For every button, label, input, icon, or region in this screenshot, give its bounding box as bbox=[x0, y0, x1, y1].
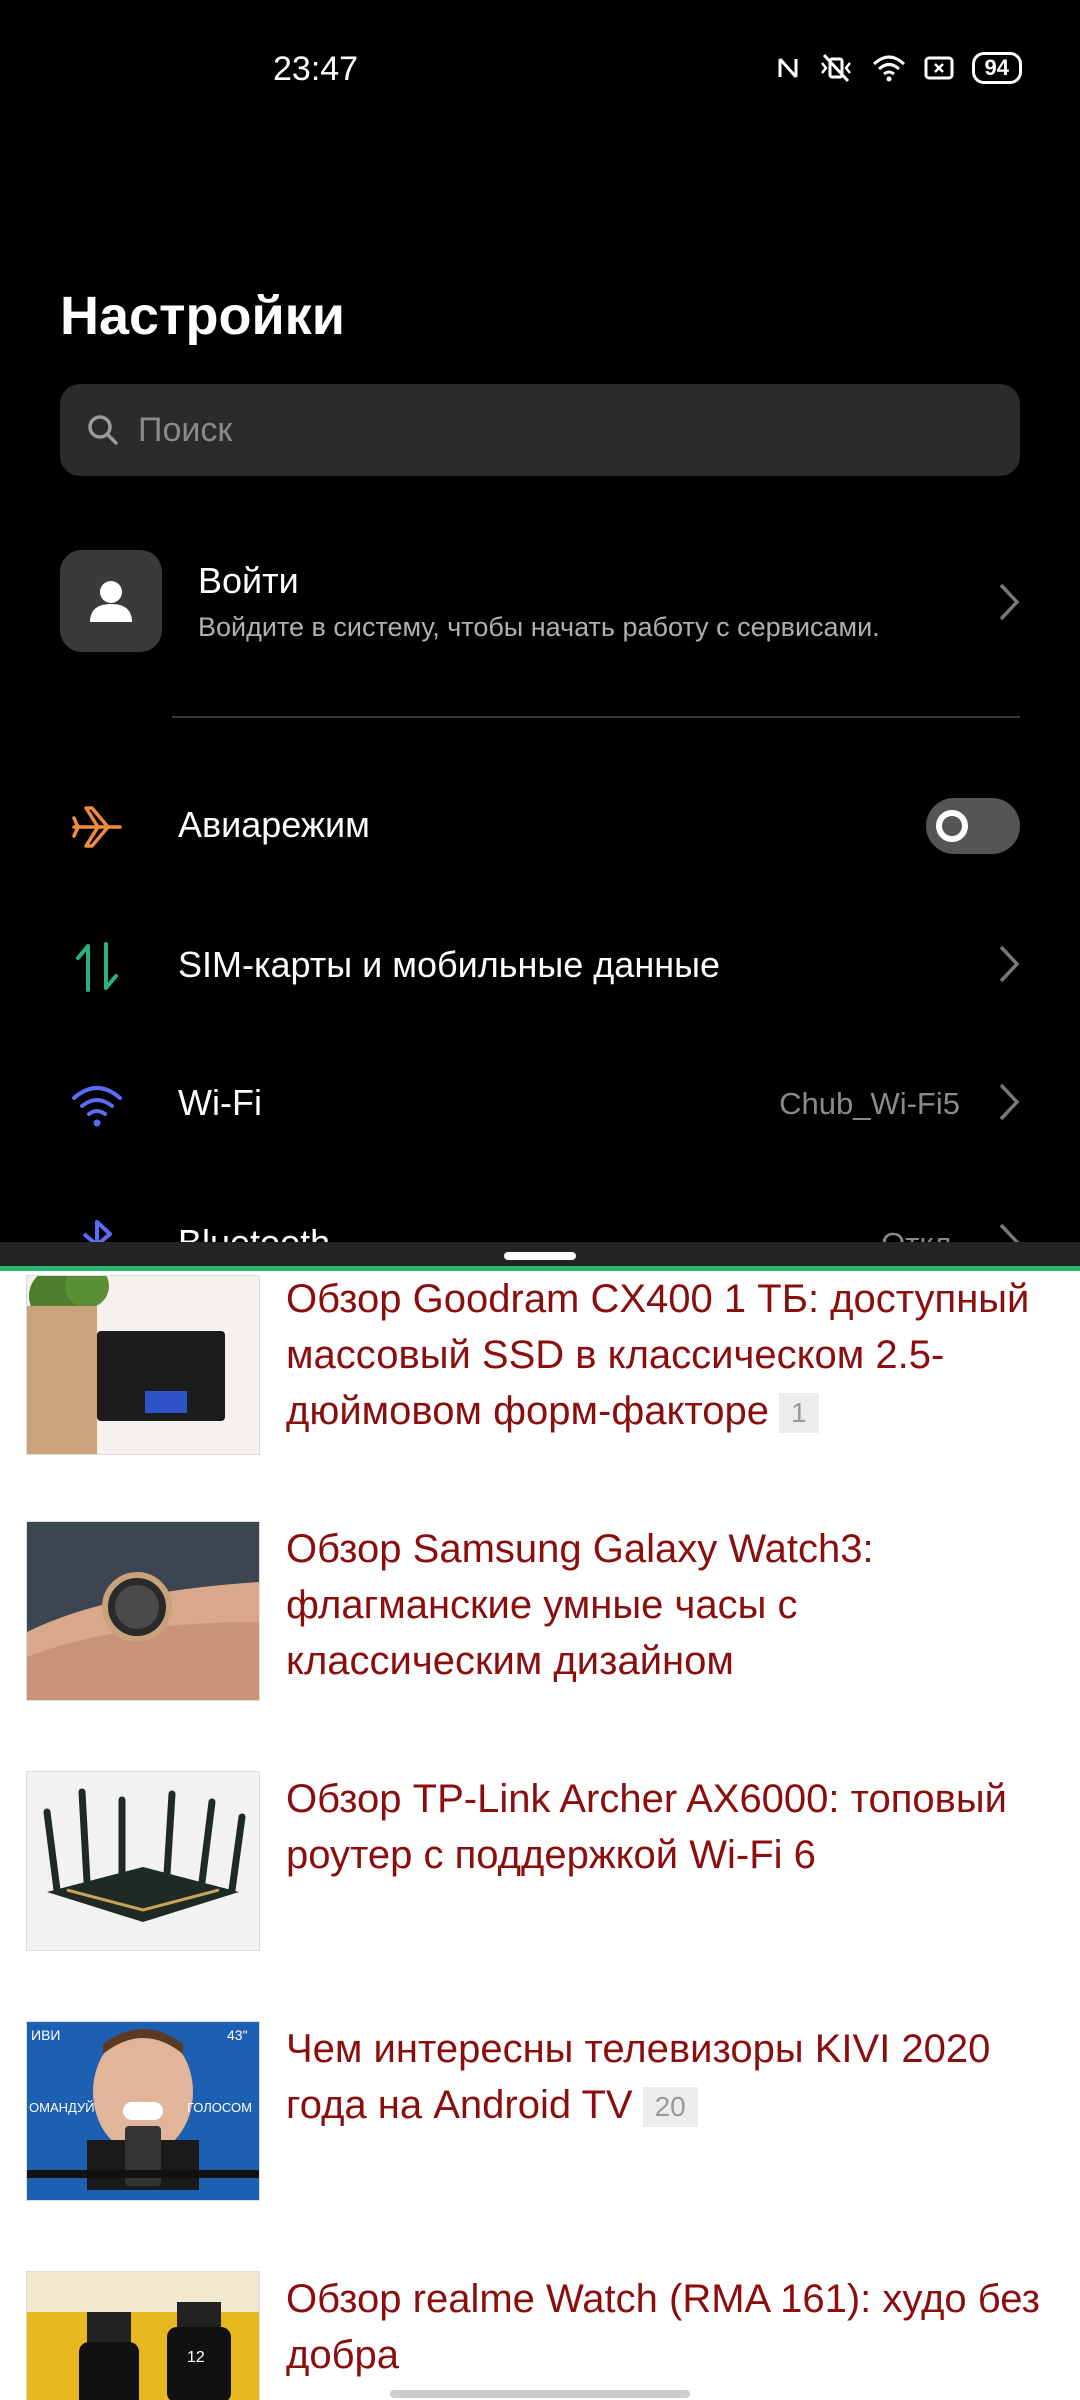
search-input[interactable] bbox=[136, 409, 940, 451]
settings-pane: 23:47 94 Настройки Войти Войдите в систе… bbox=[0, 0, 1080, 1242]
thumb-tag-left: ИВИ bbox=[31, 2027, 60, 2043]
thumb-banner-left: ОМАНДУЙ bbox=[29, 2100, 95, 2115]
article-list-pane: Обзор Goodram CX400 1 ТБ: доступный масс… bbox=[0, 1271, 1080, 2400]
chevron-right-icon bbox=[999, 1083, 1020, 1121]
article-title-text[interactable]: Обзор Goodram CX400 1 ТБ: доступный масс… bbox=[286, 1277, 1029, 1433]
article-title[interactable]: Обзор TP-Link Archer AX6000: топовый роу… bbox=[286, 1771, 1056, 1883]
airplane-toggle[interactable] bbox=[926, 798, 1020, 854]
status-icons: 94 bbox=[776, 52, 1022, 84]
row-label: Wi-Fi bbox=[178, 1082, 262, 1123]
thumb-banner-right: ГОЛОСОМ bbox=[187, 2100, 252, 2115]
row-label: Bluetooth bbox=[178, 1222, 330, 1242]
article-title-text[interactable]: Чем интересны телевизоры KIVI 2020 года … bbox=[286, 2027, 990, 2127]
router-image bbox=[27, 1772, 259, 1950]
page-title: Настройки bbox=[60, 286, 345, 346]
settings-row-airplane[interactable]: Авиарежим bbox=[0, 774, 1080, 874]
row-value: Chub_Wi-Fi5 bbox=[779, 1086, 960, 1121]
status-time: 23:47 bbox=[273, 50, 359, 88]
data-arrows-icon bbox=[76, 942, 118, 992]
ssd-image bbox=[27, 1276, 259, 1454]
article-title[interactable]: Обзор realme Watch (RMA 161): худо без д… bbox=[286, 2271, 1056, 2383]
row-value: Откл. bbox=[881, 1226, 960, 1242]
comment-count-badge[interactable]: 1 bbox=[779, 1393, 819, 1434]
article-thumbnail[interactable]: ИВИ 43" ОМАНДУЙ ГОЛОСОМ bbox=[26, 2021, 260, 2201]
chevron-right-icon bbox=[999, 583, 1020, 621]
article-thumbnail[interactable] bbox=[26, 1771, 260, 1951]
chevron-right-icon bbox=[999, 945, 1020, 983]
wifi-icon bbox=[72, 1086, 122, 1127]
thumb-watch-time: 12 bbox=[187, 2349, 205, 2366]
article-title[interactable]: Обзор Goodram CX400 1 ТБ: доступный масс… bbox=[286, 1271, 1056, 1439]
settings-row-wifi[interactable]: Wi-Fi Chub_Wi-Fi5 bbox=[0, 1052, 1080, 1152]
watch-image bbox=[27, 1522, 259, 1700]
wifi-status-icon bbox=[872, 55, 905, 82]
thumb-tag-right: 43" bbox=[227, 2027, 248, 2043]
screen-record-icon bbox=[924, 56, 954, 80]
account-subtitle: Войдите в систему, чтобы начать работу с… bbox=[198, 612, 880, 642]
article-title[interactable]: Обзор Samsung Galaxy Watch3: флагманские… bbox=[286, 1521, 1056, 1689]
avatar bbox=[60, 550, 162, 652]
battery-indicator: 94 bbox=[971, 52, 1022, 84]
row-label: SIM-карты и мобильные данные bbox=[178, 944, 720, 985]
search-bar[interactable] bbox=[60, 384, 1020, 476]
tv-image: ИВИ 43" ОМАНДУЙ ГОЛОСОМ bbox=[27, 2022, 259, 2200]
search-icon bbox=[88, 415, 118, 445]
article-title[interactable]: Чем интересны телевизоры KIVI 2020 года … bbox=[286, 2021, 1056, 2133]
row-label: Авиарежим bbox=[178, 804, 370, 845]
settings-row-bluetooth[interactable]: Bluetooth Откл. bbox=[0, 1192, 1080, 1242]
settings-row-sim[interactable]: SIM-карты и мобильные данные bbox=[0, 914, 1080, 1014]
account-login-row[interactable]: Войти Войдите в систему, чтобы начать ра… bbox=[60, 550, 1020, 654]
split-screen-handle[interactable] bbox=[504, 1252, 576, 1260]
account-title: Войти bbox=[198, 560, 299, 601]
airplane-icon bbox=[72, 806, 122, 848]
article-thumbnail[interactable]: 12 bbox=[26, 2271, 260, 2400]
nfc-icon bbox=[778, 58, 798, 78]
mute-vibrate-icon bbox=[820, 53, 851, 83]
divider bbox=[172, 716, 1020, 718]
bluetooth-icon bbox=[82, 1220, 112, 1242]
chevron-right-icon bbox=[999, 1223, 1020, 1242]
user-icon bbox=[90, 581, 132, 622]
toggle-knob bbox=[936, 810, 968, 842]
home-indicator[interactable] bbox=[390, 2390, 690, 2398]
article-thumbnail[interactable] bbox=[26, 1521, 260, 1701]
realme-watch-image: 12 bbox=[27, 2272, 259, 2400]
comment-count-badge[interactable]: 20 bbox=[642, 2087, 698, 2128]
article-thumbnail[interactable] bbox=[26, 1275, 260, 1455]
